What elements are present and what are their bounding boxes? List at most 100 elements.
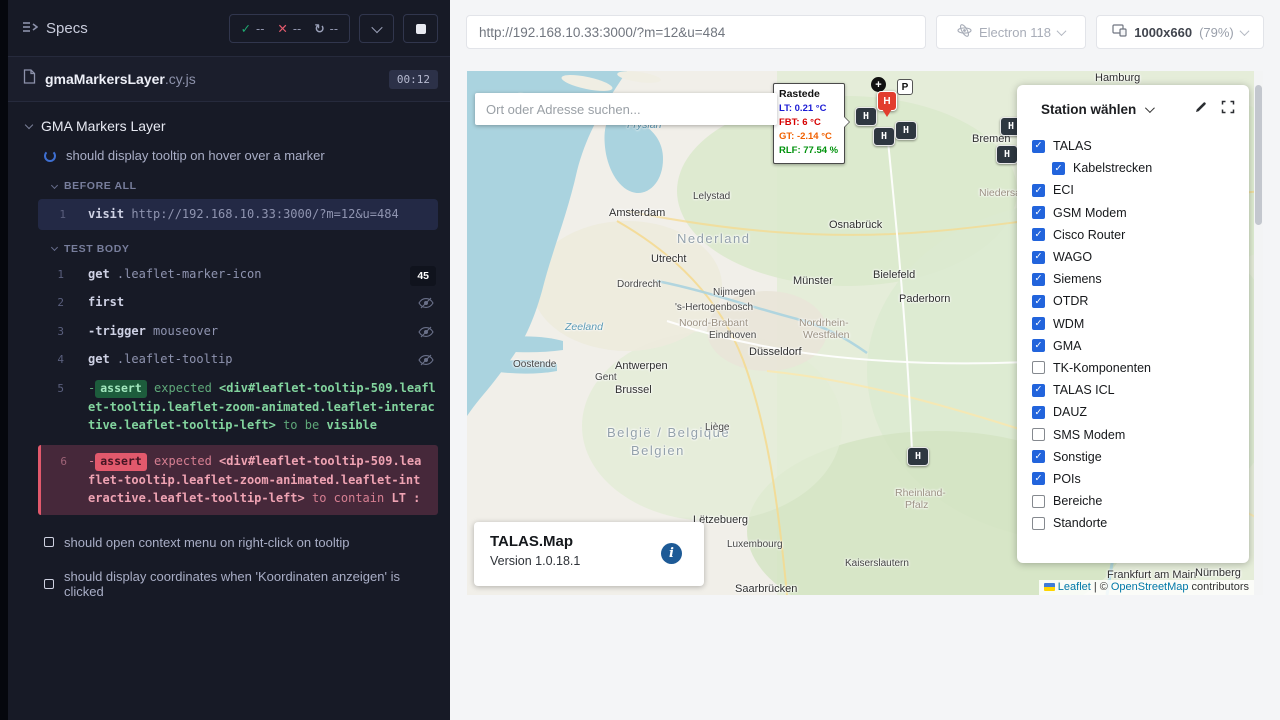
station-filter-item[interactable]: ✓TALAS ICL [1032, 379, 1239, 401]
station-filter-item[interactable]: SMS Modem [1032, 423, 1239, 445]
chevron-down-icon [1057, 26, 1067, 36]
osm-link[interactable]: OpenStreetMap [1111, 581, 1189, 593]
map-marker[interactable]: H [855, 107, 877, 126]
refresh-icon: ↻ [314, 21, 324, 36]
caret-icon [25, 121, 33, 129]
chevron-down-icon[interactable] [1145, 103, 1155, 113]
element-count-badge: 45 [410, 266, 436, 286]
station-filter-item[interactable]: ✓Siemens [1032, 268, 1239, 290]
test-running-row[interactable]: should display tooltip on hover over a m… [8, 140, 450, 170]
command-method: first [88, 295, 124, 309]
command-trigger[interactable]: 3 -trigger mouseover [8, 317, 450, 346]
station-filter-item[interactable]: Bereiche [1032, 490, 1239, 512]
checkbox-checked-icon[interactable]: ✓ [1032, 472, 1045, 485]
station-filter-item[interactable]: ✓GMA [1032, 335, 1239, 357]
checkbox-checked-icon[interactable]: ✓ [1032, 184, 1045, 197]
checkbox-checked-icon[interactable]: ✓ [1032, 251, 1045, 264]
filter-label: SMS Modem [1053, 428, 1125, 442]
url-bar[interactable]: http://192.168.10.33:3000/?m=12&u=484 [466, 15, 926, 49]
command-method: visit [88, 207, 124, 221]
station-filter-item[interactable]: ✓ECI [1032, 179, 1239, 201]
checkbox-checked-icon[interactable]: ✓ [1032, 450, 1045, 463]
search-input[interactable] [475, 93, 777, 125]
station-select[interactable]: Station wählen [1041, 102, 1136, 117]
leaflet-link[interactable]: Leaflet [1058, 581, 1091, 593]
attribution-sep: | © [1094, 581, 1108, 593]
edit-pencil-icon[interactable] [1194, 100, 1208, 119]
station-filter-item[interactable]: ✓Cisco Router [1032, 224, 1239, 246]
test-pending-coordinates[interactable]: should display coordinates when 'Koordin… [8, 559, 450, 608]
assert-contain-row-failing[interactable]: 6 -assert expected <div#leaflet-tooltip-… [38, 445, 438, 515]
checkbox-checked-icon[interactable]: ✓ [1032, 317, 1045, 330]
map-marker[interactable]: H [873, 127, 895, 146]
specs-nav-button[interactable]: Specs [22, 20, 88, 38]
filter-label: Sonstige [1053, 450, 1102, 464]
command-number: 3 [42, 323, 64, 340]
suite-title: GMA Markers Layer [41, 118, 165, 134]
station-filter-item[interactable]: ✓WDM [1032, 313, 1239, 335]
station-filter-item[interactable]: Standorte [1032, 512, 1239, 534]
command-method: -trigger [88, 324, 146, 338]
spec-file-row[interactable]: gmaMarkersLayer.cy.js 00:12 [8, 57, 450, 102]
command-message: .leaflet-tooltip [117, 352, 233, 366]
station-filter-list: ✓TALAS✓Kabelstrecken✓ECI✓GSM Modem✓Cisco… [1017, 128, 1249, 542]
map-marker[interactable]: H [895, 121, 917, 140]
test-runner-sidebar: Specs ✓-- ✕-- ↻-- gmaMarkersLayer.cy.js … [0, 0, 450, 720]
station-filter-item[interactable]: ✓TALAS [1032, 135, 1239, 157]
station-filter-item[interactable]: TK-Komponenten [1032, 357, 1239, 379]
checkbox-checked-icon[interactable]: ✓ [1032, 228, 1045, 241]
collapse-all-button[interactable] [359, 14, 394, 43]
map-marker[interactable]: H [907, 447, 929, 466]
filter-label: TK-Komponenten [1053, 361, 1151, 375]
station-filter-item[interactable]: ✓ Sonstige [1032, 446, 1239, 468]
command-get-marker[interactable]: 1 get .leaflet-marker-icon 45 [8, 260, 450, 289]
viewport-select[interactable]: 1000x660 (79%) [1096, 15, 1264, 49]
checkbox-unchecked-icon[interactable] [1032, 361, 1045, 374]
checkbox-checked-icon[interactable]: ✓ [1032, 140, 1045, 153]
station-filter-item[interactable]: ✓WAGO [1032, 246, 1239, 268]
fullscreen-icon[interactable] [1221, 100, 1235, 119]
test-pending-context-menu[interactable]: should open context menu on right-click … [8, 525, 450, 559]
test-tree: GMA Markers Layer should display tooltip… [8, 102, 450, 720]
section-before-all[interactable]: BEFORE ALL [8, 170, 450, 197]
runner-header: Specs ✓-- ✕-- ↻-- [8, 0, 450, 57]
hovered-marker-pin[interactable]: H [877, 91, 897, 111]
checkbox-checked-icon[interactable]: ✓ [1032, 206, 1045, 219]
station-filter-item[interactable]: ✓GSM Modem [1032, 202, 1239, 224]
checkbox-checked-icon[interactable]: ✓ [1032, 273, 1045, 286]
checkbox-unchecked-icon[interactable] [1032, 495, 1045, 508]
filter-label: Bereiche [1053, 494, 1102, 508]
checkbox-checked-icon[interactable]: ✓ [1032, 339, 1045, 352]
scrollbar-thumb[interactable] [1255, 85, 1262, 225]
checkbox-checked-icon[interactable]: ✓ [1032, 406, 1045, 419]
checkbox-checked-icon[interactable]: ✓ [1052, 162, 1065, 175]
command-first[interactable]: 2 first [8, 288, 450, 317]
child-dash: - [88, 454, 95, 468]
scrollbar-track[interactable] [1254, 71, 1263, 595]
checkbox-unchecked-icon[interactable] [1032, 428, 1045, 441]
filter-label: Standorte [1053, 516, 1107, 530]
station-filter-item[interactable]: ✓POIs [1032, 468, 1239, 490]
test-box-icon [44, 537, 54, 547]
map-marker[interactable]: H [996, 145, 1018, 164]
checkbox-checked-icon[interactable]: ✓ [1032, 295, 1045, 308]
info-icon[interactable]: i [661, 543, 682, 564]
section-test-body[interactable]: TEST BODY [8, 233, 450, 260]
checkbox-checked-icon[interactable]: ✓ [1032, 384, 1045, 397]
station-filter-item[interactable]: ✓OTDR [1032, 290, 1239, 312]
suite-gma-markers-layer[interactable]: GMA Markers Layer [8, 106, 450, 140]
checkbox-unchecked-icon[interactable] [1032, 517, 1045, 530]
attribution-suffix: contributors [1192, 581, 1249, 593]
station-filter-item[interactable]: ✓Kabelstrecken [1032, 157, 1239, 179]
stop-tests-button[interactable] [403, 14, 438, 43]
map-marker[interactable]: + [871, 77, 886, 92]
chevron-down-icon [1239, 26, 1249, 36]
assert-visible-row[interactable]: 5 -assert expected <div#leaflet-tooltip-… [8, 374, 450, 440]
leaflet-map[interactable]: HamburgBremenNiedersachsenFryslânAmsterd… [467, 71, 1263, 595]
station-filter-item[interactable]: ✓DAUZ [1032, 401, 1239, 423]
command-get-tooltip[interactable]: 4 get .leaflet-tooltip [8, 345, 450, 374]
browser-select[interactable]: Electron 118 [936, 15, 1086, 49]
map-marker[interactable]: P [897, 79, 913, 95]
command-visit[interactable]: 1 visit http://192.168.10.33:3000/?m=12&… [38, 199, 438, 230]
viewport-zoom: (79%) [1199, 25, 1234, 40]
